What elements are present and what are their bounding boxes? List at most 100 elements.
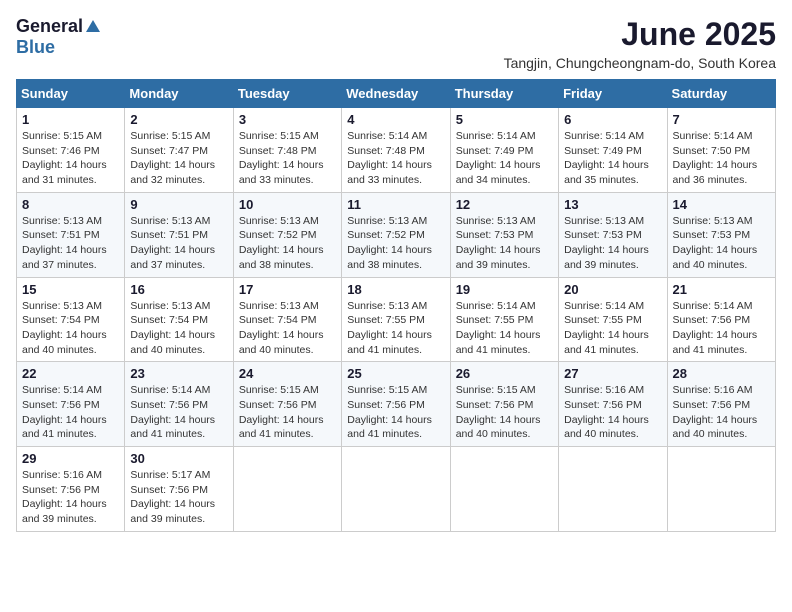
day-number: 16 (130, 282, 227, 297)
day-number: 9 (130, 197, 227, 212)
day-cell-7: 7Sunrise: 5:14 AMSunset: 7:50 PMDaylight… (667, 108, 775, 193)
day-cell-16: 16 Sunrise: 5:13 AMSunset: 7:54 PMDayligh… (125, 277, 233, 362)
weekday-header-row: SundayMondayTuesdayWednesdayThursdayFrid… (17, 80, 776, 108)
day-number: 4 (347, 112, 444, 127)
day-cell-27: 27 Sunrise: 5:16 AMSunset: 7:56 PMDayligh… (559, 362, 667, 447)
day-cell-1: 1Sunrise: 5:15 AMSunset: 7:46 PMDaylight… (17, 108, 125, 193)
day-number: 7 (673, 112, 770, 127)
day-info: Sunrise: 5:14 AMSunset: 7:55 PMDaylight:… (564, 299, 661, 358)
day-number: 19 (456, 282, 553, 297)
day-number: 13 (564, 197, 661, 212)
logo: General Blue (16, 16, 103, 58)
day-info: Sunrise: 5:14 AMSunset: 7:48 PMDaylight:… (347, 129, 444, 188)
day-number: 22 (22, 366, 119, 381)
day-cell-30: 30Sunrise: 5:17 AMSunset: 7:56 PMDayligh… (125, 447, 233, 532)
day-number: 10 (239, 197, 336, 212)
month-year-title: June 2025 (504, 16, 776, 53)
day-number: 29 (22, 451, 119, 466)
day-number: 15 (22, 282, 119, 297)
day-cell-28: 28 Sunrise: 5:16 AMSunset: 7:56 PMDayligh… (667, 362, 775, 447)
day-cell-23: 23 Sunrise: 5:14 AMSunset: 7:56 PMDayligh… (125, 362, 233, 447)
day-info: Sunrise: 5:16 AMSunset: 7:56 PMDaylight:… (564, 383, 661, 442)
day-number: 26 (456, 366, 553, 381)
day-cell-6: 6 Sunrise: 5:14 AMSunset: 7:49 PMDaylight… (559, 108, 667, 193)
day-number: 5 (456, 112, 553, 127)
day-info: Sunrise: 5:13 AMSunset: 7:53 PMDaylight:… (564, 214, 661, 273)
weekday-header-monday: Monday (125, 80, 233, 108)
logo-general-text: General (16, 16, 83, 37)
day-cell-14: 14 Sunrise: 5:13 AMSunset: 7:53 PMDayligh… (667, 192, 775, 277)
day-info: Sunrise: 5:16 AMSunset: 7:56 PMDaylight:… (673, 383, 770, 442)
day-info: Sunrise: 5:14 AMSunset: 7:55 PMDaylight:… (456, 299, 553, 358)
day-info: Sunrise: 5:13 AMSunset: 7:52 PMDaylight:… (239, 214, 336, 273)
day-info: Sunrise: 5:14 AMSunset: 7:49 PMDaylight:… (456, 129, 553, 188)
day-info: Sunrise: 5:14 AMSunset: 7:56 PMDaylight:… (130, 383, 227, 442)
day-info: Sunrise: 5:13 AMSunset: 7:54 PMDaylight:… (22, 299, 119, 358)
calendar-week-1: 1Sunrise: 5:15 AMSunset: 7:46 PMDaylight… (17, 108, 776, 193)
day-number: 28 (673, 366, 770, 381)
calendar-table: SundayMondayTuesdayWednesdayThursdayFrid… (16, 79, 776, 532)
day-info: Sunrise: 5:14 AMSunset: 7:49 PMDaylight:… (564, 129, 661, 188)
day-cell-5: 5 Sunrise: 5:14 AMSunset: 7:49 PMDaylight… (450, 108, 558, 193)
day-cell-26: 26 Sunrise: 5:15 AMSunset: 7:56 PMDayligh… (450, 362, 558, 447)
day-number: 30 (130, 451, 227, 466)
day-info: Sunrise: 5:15 AMSunset: 7:56 PMDaylight:… (456, 383, 553, 442)
empty-cell (559, 447, 667, 532)
day-number: 14 (673, 197, 770, 212)
page-header: General Blue June 2025 Tangjin, Chungche… (16, 16, 776, 71)
title-section: June 2025 Tangjin, Chungcheongnam-do, So… (504, 16, 776, 71)
day-info: Sunrise: 5:15 AMSunset: 7:48 PMDaylight:… (239, 129, 336, 188)
weekday-header-wednesday: Wednesday (342, 80, 450, 108)
day-info: Sunrise: 5:13 AMSunset: 7:54 PMDaylight:… (239, 299, 336, 358)
day-info: Sunrise: 5:13 AMSunset: 7:55 PMDaylight:… (347, 299, 444, 358)
day-cell-17: 17Sunrise: 5:13 AMSunset: 7:54 PMDayligh… (233, 277, 341, 362)
day-number: 6 (564, 112, 661, 127)
day-number: 12 (456, 197, 553, 212)
calendar-week-2: 8Sunrise: 5:13 AMSunset: 7:51 PMDaylight… (17, 192, 776, 277)
day-number: 23 (130, 366, 227, 381)
empty-cell (342, 447, 450, 532)
day-info: Sunrise: 5:13 AMSunset: 7:51 PMDaylight:… (130, 214, 227, 273)
day-cell-19: 19 Sunrise: 5:14 AMSunset: 7:55 PMDayligh… (450, 277, 558, 362)
day-cell-9: 9 Sunrise: 5:13 AMSunset: 7:51 PMDaylight… (125, 192, 233, 277)
day-cell-20: 20 Sunrise: 5:14 AMSunset: 7:55 PMDayligh… (559, 277, 667, 362)
day-info: Sunrise: 5:15 AMSunset: 7:56 PMDaylight:… (347, 383, 444, 442)
day-number: 18 (347, 282, 444, 297)
day-number: 25 (347, 366, 444, 381)
day-cell-2: 2 Sunrise: 5:15 AMSunset: 7:47 PMDaylight… (125, 108, 233, 193)
day-number: 2 (130, 112, 227, 127)
empty-cell (450, 447, 558, 532)
day-cell-10: 10 Sunrise: 5:13 AMSunset: 7:52 PMDayligh… (233, 192, 341, 277)
day-cell-22: 22 Sunrise: 5:14 AMSunset: 7:56 PMDayligh… (17, 362, 125, 447)
day-info: Sunrise: 5:16 AMSunset: 7:56 PMDaylight:… (22, 468, 119, 527)
weekday-header-tuesday: Tuesday (233, 80, 341, 108)
weekday-header-thursday: Thursday (450, 80, 558, 108)
day-cell-12: 12Sunrise: 5:13 AMSunset: 7:53 PMDayligh… (450, 192, 558, 277)
day-info: Sunrise: 5:15 AMSunset: 7:46 PMDaylight:… (22, 129, 119, 188)
day-cell-29: 29 Sunrise: 5:16 AMSunset: 7:56 PMDayligh… (17, 447, 125, 532)
day-number: 11 (347, 197, 444, 212)
day-info: Sunrise: 5:13 AMSunset: 7:51 PMDaylight:… (22, 214, 119, 273)
day-info: Sunrise: 5:13 AMSunset: 7:53 PMDaylight:… (673, 214, 770, 273)
empty-cell (233, 447, 341, 532)
day-cell-18: 18 Sunrise: 5:13 AMSunset: 7:55 PMDayligh… (342, 277, 450, 362)
empty-cell (667, 447, 775, 532)
day-number: 24 (239, 366, 336, 381)
day-cell-25: 25 Sunrise: 5:15 AMSunset: 7:56 PMDayligh… (342, 362, 450, 447)
day-cell-15: 15 Sunrise: 5:13 AMSunset: 7:54 PMDayligh… (17, 277, 125, 362)
day-info: Sunrise: 5:13 AMSunset: 7:54 PMDaylight:… (130, 299, 227, 358)
day-number: 27 (564, 366, 661, 381)
day-number: 3 (239, 112, 336, 127)
logo-icon (84, 18, 102, 36)
weekday-header-friday: Friday (559, 80, 667, 108)
calendar-week-3: 15 Sunrise: 5:13 AMSunset: 7:54 PMDayligh… (17, 277, 776, 362)
day-info: Sunrise: 5:14 AMSunset: 7:56 PMDaylight:… (673, 299, 770, 358)
day-number: 20 (564, 282, 661, 297)
weekday-header-sunday: Sunday (17, 80, 125, 108)
location-subtitle: Tangjin, Chungcheongnam-do, South Korea (504, 55, 776, 71)
day-cell-4: 4 Sunrise: 5:14 AMSunset: 7:48 PMDaylight… (342, 108, 450, 193)
day-cell-3: 3 Sunrise: 5:15 AMSunset: 7:48 PMDaylight… (233, 108, 341, 193)
day-info: Sunrise: 5:14 AMSunset: 7:56 PMDaylight:… (22, 383, 119, 442)
day-info: Sunrise: 5:15 AMSunset: 7:47 PMDaylight:… (130, 129, 227, 188)
calendar-week-5: 29 Sunrise: 5:16 AMSunset: 7:56 PMDayligh… (17, 447, 776, 532)
